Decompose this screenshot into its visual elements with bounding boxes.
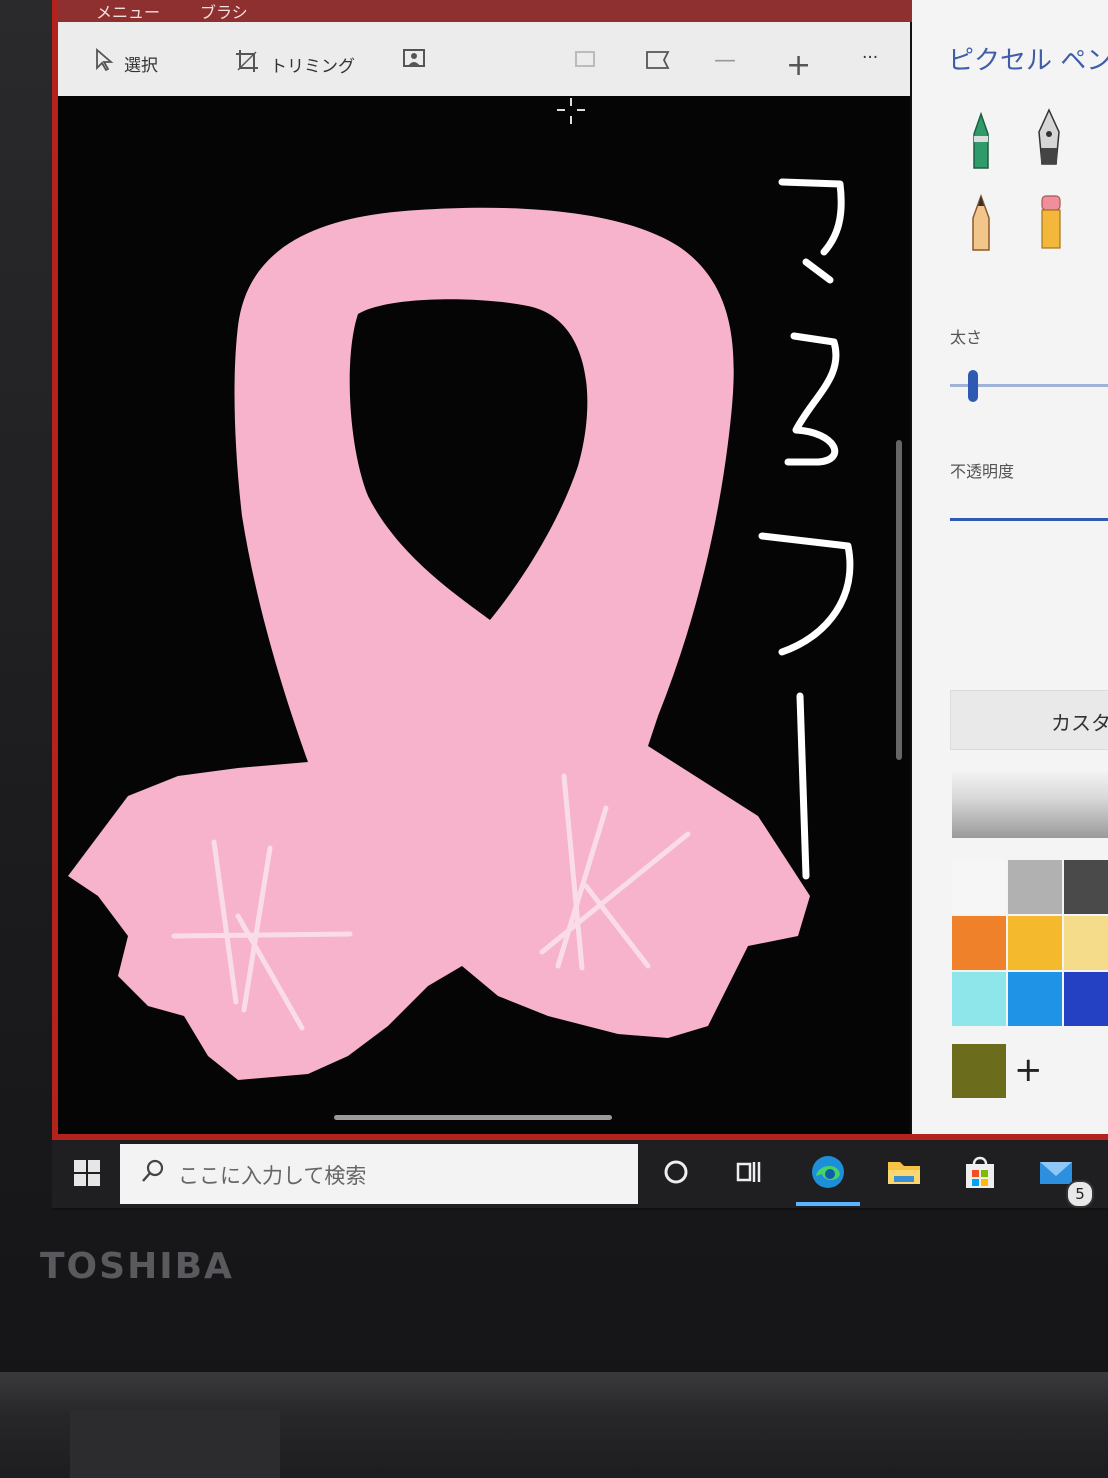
file-explorer-icon[interactable]	[884, 1152, 924, 1192]
brand-logo: TOSHIBA	[40, 1246, 234, 1287]
edge-browser-icon[interactable]	[808, 1152, 848, 1192]
crop-icon	[234, 48, 260, 80]
marker-pen-icon[interactable]	[966, 112, 996, 172]
minus-icon: —	[714, 48, 736, 73]
zoom-out-button[interactable]: —	[714, 48, 736, 73]
pencil-icon[interactable]	[966, 194, 996, 254]
panel-title: ピクセル ペン	[948, 46, 1108, 76]
color-swatch[interactable]	[1008, 916, 1062, 970]
brush-side-panel: ピクセル ペン 太さ 不透明度 カスタ +	[912, 0, 1108, 1136]
color-swatch[interactable]	[1064, 916, 1108, 970]
zoom-in-button[interactable]: +	[786, 48, 811, 83]
drawing-canvas[interactable]	[58, 96, 910, 1136]
canvas-drawing	[68, 98, 854, 1081]
eraser-pencil-icon[interactable]	[1036, 192, 1066, 252]
rotate-button[interactable]	[572, 48, 598, 76]
handwritten-mafuraa-text	[758, 178, 854, 880]
search-placeholder: ここに入力して検索	[178, 1164, 367, 1188]
color-swatch[interactable]	[1064, 860, 1108, 914]
canvas-horizontal-scrollbar[interactable]	[334, 1115, 612, 1120]
thickness-label: 太さ	[950, 328, 983, 347]
more-options-button[interactable]: ···	[862, 48, 878, 68]
windows-start-icon[interactable]	[74, 1160, 100, 1186]
toolbar: 選択 トリミング — + ···	[58, 22, 910, 96]
search-icon	[140, 1158, 166, 1191]
opacity-slider-track[interactable]	[950, 518, 1108, 521]
color-swatch[interactable]	[952, 972, 1006, 1026]
flag-icon	[644, 48, 672, 78]
image-insert-button[interactable]	[402, 48, 428, 76]
add-color-button[interactable]: +	[1014, 1050, 1043, 1090]
thickness-slider-thumb[interactable]	[968, 370, 978, 402]
taskbar-search-box[interactable]: ここに入力して検索	[120, 1144, 638, 1204]
canvas-vertical-scrollbar[interactable]	[896, 440, 902, 760]
edge-active-indicator	[796, 1202, 860, 1206]
cursor-arrow-icon	[94, 48, 114, 78]
plus-icon: +	[786, 48, 812, 83]
menu-item-menu[interactable]: メニュー	[96, 0, 160, 23]
color-gradient-bar[interactable]	[952, 772, 1108, 838]
select-tool-button[interactable]: 選択	[94, 48, 158, 78]
image-person-icon	[402, 48, 428, 76]
color-swatch[interactable]	[952, 860, 1006, 914]
flag-button[interactable]	[644, 48, 672, 78]
more-options-label: ···	[862, 48, 879, 68]
trim-tool-label: トリミング	[270, 56, 355, 77]
color-swatch[interactable]	[952, 916, 1006, 970]
mail-count-badge: 5	[1066, 1180, 1094, 1208]
trim-tool-button[interactable]: トリミング	[234, 48, 355, 80]
microsoft-store-icon[interactable]	[960, 1152, 1000, 1192]
task-view-icon[interactable]	[728, 1152, 768, 1192]
color-swatch[interactable]	[1008, 972, 1062, 1026]
selected-color-swatch[interactable]	[952, 1044, 1006, 1098]
rotate-icon	[572, 48, 598, 76]
opacity-label: 不透明度	[950, 462, 1015, 481]
color-swatch[interactable]	[1008, 860, 1062, 914]
menu-item-brush[interactable]: ブラシ	[200, 0, 248, 23]
custom-color-button[interactable]: カスタ	[950, 690, 1108, 750]
crosshair-cursor-icon	[557, 98, 585, 124]
select-tool-label: 選択	[124, 55, 158, 76]
cortana-circle-icon[interactable]	[656, 1152, 696, 1192]
laptop-hinge	[70, 1410, 280, 1478]
fountain-pen-icon[interactable]	[1034, 108, 1064, 168]
custom-color-label: カスタ	[1051, 711, 1108, 735]
taskbar: ここに入力して検索 5	[52, 1140, 1108, 1208]
color-swatch[interactable]	[1064, 972, 1108, 1026]
